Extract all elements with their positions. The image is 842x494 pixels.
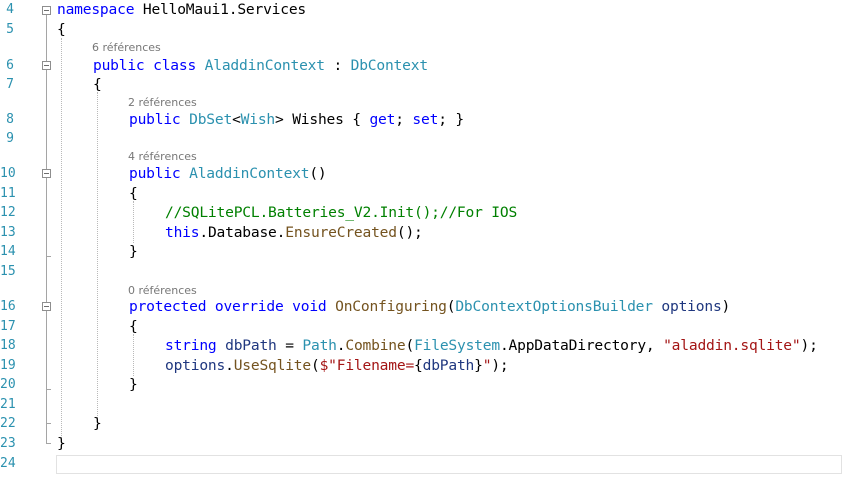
code-editor[interactable]: 4 5 6 7 8 9 10 11 12 13 14 15 16 17 18 1… xyxy=(0,0,842,474)
indent-guide xyxy=(133,201,134,243)
collapse-class-icon[interactable] xyxy=(42,61,51,70)
code-line[interactable]: } xyxy=(0,242,138,262)
code-line[interactable]: string dbPath = Path.Combine(FileSystem.… xyxy=(0,336,818,356)
indent-guide xyxy=(97,92,98,422)
code-line[interactable]: } xyxy=(0,375,138,395)
indent-guide xyxy=(133,334,134,376)
code-line[interactable]: { xyxy=(0,75,102,95)
code-line[interactable]: } xyxy=(0,414,102,434)
code-line[interactable]: public DbSet<Wish> Wishes { get; set; } xyxy=(0,110,464,130)
code-line[interactable]: public class AladdinContext : DbContext xyxy=(0,56,428,76)
code-line[interactable]: { xyxy=(0,20,66,40)
code-line[interactable]: } xyxy=(0,434,66,454)
code-line[interactable]: protected override void OnConfiguring(Db… xyxy=(0,297,730,317)
fold-line xyxy=(46,15,47,443)
codelens-references[interactable]: 2 références xyxy=(128,95,197,111)
code-line[interactable]: //SQLitePCL.Batteries_V2.Init();//For IO… xyxy=(0,203,517,223)
code-line[interactable]: options.UseSqlite($"Filename={dbPath}"); xyxy=(0,356,509,376)
codelens-references[interactable]: 4 références xyxy=(128,149,197,165)
code-line[interactable]: this.Database.EnsureCreated(); xyxy=(0,223,423,243)
codelens-references[interactable]: 6 références xyxy=(92,40,161,56)
collapse-method-icon[interactable] xyxy=(42,302,51,311)
collapse-constructor-icon[interactable] xyxy=(42,169,51,178)
fold-end-tick xyxy=(46,256,51,257)
code-line[interactable]: namespace HelloMaui1.Services xyxy=(0,0,306,20)
fold-end-tick xyxy=(46,423,51,424)
collapse-namespace-icon[interactable] xyxy=(42,6,51,15)
code-line[interactable]: { xyxy=(0,317,138,337)
code-line[interactable]: public AladdinContext() xyxy=(0,164,327,184)
code-line[interactable]: { xyxy=(0,184,138,204)
fold-end-tick xyxy=(46,389,51,390)
indent-guide xyxy=(61,38,62,440)
current-line-highlight[interactable] xyxy=(56,455,842,474)
fold-end-tick xyxy=(46,443,51,444)
